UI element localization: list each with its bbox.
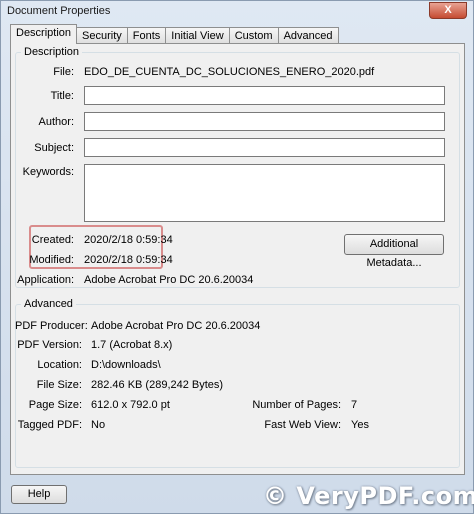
file-size-label: File Size: bbox=[36, 379, 82, 391]
keywords-label: Keywords: bbox=[22, 166, 74, 178]
description-group-label: Description bbox=[24, 46, 80, 58]
window-title: Document Properties bbox=[7, 5, 111, 17]
file-size-value: 282.46 KB (289,242 Bytes) bbox=[91, 379, 224, 391]
modified-label: Modified: bbox=[29, 254, 74, 266]
additional-metadata-button[interactable]: Additional Metadata... bbox=[344, 234, 444, 269]
title-bar[interactable]: Document Properties X bbox=[1, 1, 473, 23]
fast-web-view-value: Yes bbox=[351, 419, 369, 431]
application-value: Adobe Acrobat Pro DC 20.6.20034 bbox=[84, 274, 254, 286]
created-value: 2020/2/18 0:59:34 bbox=[84, 234, 173, 246]
number-of-pages-value: 7 bbox=[351, 399, 358, 411]
document-properties-window: Document Properties X Description Securi… bbox=[0, 0, 474, 514]
author-field[interactable] bbox=[84, 112, 445, 131]
title-label: Title: bbox=[50, 90, 74, 102]
page-size-value: 612.0 x 792.0 pt bbox=[91, 399, 170, 411]
title-field[interactable] bbox=[84, 86, 445, 105]
application-label: Application: bbox=[17, 274, 74, 286]
pdf-version-value: 1.7 (Acrobat 8.x) bbox=[91, 339, 173, 351]
description-panel: Description File: EDO_DE_CUENTA_DC_SOLUC… bbox=[10, 43, 465, 475]
close-icon: X bbox=[444, 4, 452, 16]
tab-strip: Description Security Fonts Initial View … bbox=[10, 24, 339, 45]
location-value: D:\downloads\ bbox=[91, 359, 161, 371]
subject-label: Subject: bbox=[34, 142, 74, 154]
created-label: Created: bbox=[31, 234, 74, 246]
pdf-producer-label: PDF Producer: bbox=[15, 320, 88, 332]
subject-field[interactable] bbox=[84, 138, 445, 157]
author-label: Author: bbox=[38, 116, 74, 128]
file-label: File: bbox=[53, 66, 74, 78]
tagged-pdf-value: No bbox=[91, 419, 106, 431]
advanced-group-label: Advanced bbox=[24, 298, 73, 310]
help-button[interactable]: Help bbox=[11, 485, 67, 504]
modified-value: 2020/2/18 0:59:34 bbox=[84, 254, 173, 266]
number-of-pages-label: Number of Pages: bbox=[252, 399, 341, 411]
keywords-field[interactable] bbox=[84, 164, 445, 222]
pdf-producer-value: Adobe Acrobat Pro DC 20.6.20034 bbox=[91, 320, 261, 332]
tab-description[interactable]: Description bbox=[10, 24, 78, 44]
pdf-version-label: PDF Version: bbox=[17, 339, 82, 351]
page-size-label: Page Size: bbox=[28, 399, 82, 411]
file-value: EDO_DE_CUENTA_DC_SOLUCIONES_ENERO_2020.p… bbox=[84, 66, 375, 78]
verypdf-watermark: © VeryPDF.com bbox=[263, 482, 474, 510]
location-label: Location: bbox=[37, 359, 82, 371]
close-button[interactable]: X bbox=[429, 2, 467, 19]
fast-web-view-label: Fast Web View: bbox=[264, 419, 341, 431]
tagged-pdf-label: Tagged PDF: bbox=[17, 419, 82, 431]
